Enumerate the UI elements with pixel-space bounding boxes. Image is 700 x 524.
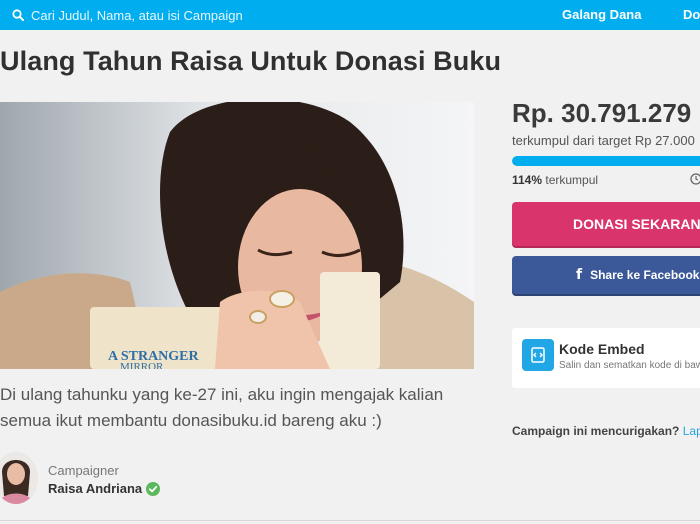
percent-collected: 114% terkumpul <box>512 173 598 187</box>
campaigner-avatar[interactable] <box>0 452 38 504</box>
report-question: Campaign ini mencurigakan? <box>512 424 680 438</box>
progress-fill <box>512 156 700 166</box>
percent-label: terkumpul <box>542 173 599 187</box>
embed-title: Kode Embed <box>559 341 645 357</box>
divider <box>0 520 700 521</box>
book-subtitle-text: MIRROR <box>120 361 164 369</box>
verified-check-icon <box>146 481 161 496</box>
report-link[interactable]: Lapo <box>683 424 700 438</box>
campaigner-name[interactable]: Raisa Andriana <box>48 481 161 496</box>
search-bar[interactable]: Cari Judul, Nama, atau isi Campaign <box>0 0 243 30</box>
report-campaign: Campaign ini mencurigakan? Lapo <box>512 424 700 438</box>
top-navbar: Cari Judul, Nama, atau isi Campaign Gala… <box>0 0 700 30</box>
search-input[interactable]: Cari Judul, Nama, atau isi Campaign <box>31 8 243 23</box>
nav-galang-dana[interactable]: Galang Dana <box>562 7 641 22</box>
share-facebook-label: Share ke Facebook <box>590 268 700 282</box>
embed-code-card[interactable]: Kode Embed Salin dan sematkan kode di ba… <box>512 328 700 388</box>
campaign-description: Di ulang tahunku yang ke-27 ini, aku ing… <box>0 385 444 430</box>
facebook-icon: f <box>576 267 583 283</box>
campaigner-label: Campaigner <box>48 463 119 478</box>
clock-icon <box>690 173 700 185</box>
campaign-title: Ulang Tahun Raisa Untuk Donasi Buku <box>0 46 502 76</box>
progress-bar <box>512 156 700 166</box>
percent-value: 114% <box>512 173 543 187</box>
search-icon <box>12 9 24 21</box>
donate-now-button[interactable]: DONASI SEKARANG <box>512 202 700 246</box>
embed-subtitle: Salin dan sematkan kode di baw <box>559 360 700 371</box>
target-text: terkumpul dari target Rp 27.000 <box>512 133 695 148</box>
share-facebook-button[interactable]: f Share ke Facebook <box>512 256 700 294</box>
campaign-photo: A STRANGER MIRROR <box>0 102 474 369</box>
embed-code-icon <box>522 339 554 371</box>
campaigner-name-text[interactable]: Raisa Andriana <box>48 481 142 496</box>
amount-raised: Rp. 30.791.279 <box>512 98 692 128</box>
nav-donasi[interactable]: Do <box>683 7 700 22</box>
